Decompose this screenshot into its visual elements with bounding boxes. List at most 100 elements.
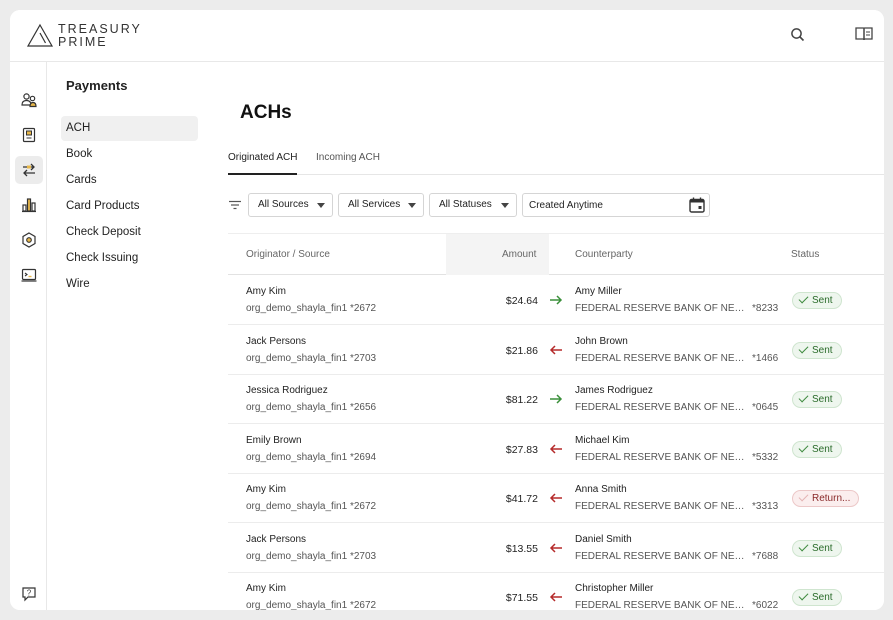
app-window: TREASURY PRIME ? Payments ACH Book Cards… <box>10 10 884 610</box>
counterparty-account: *8233 <box>752 303 779 314</box>
counterparty-name: Michael Kim <box>575 434 630 446</box>
originator-name: Amy Kim <box>246 583 286 594</box>
counterparty-name: James Rodriguez <box>575 385 653 396</box>
status-badge[interactable]: Sent <box>792 391 842 408</box>
sources-dropdown-value: All Sources <box>258 199 309 210</box>
sources-dropdown[interactable]: All Sources <box>248 193 333 217</box>
calendar-icon[interactable] <box>688 196 706 214</box>
counterparty-name: Anna Smith <box>575 484 627 495</box>
counterparty-account: *5332 <box>752 451 779 463</box>
counterparty-name: Daniel Smith <box>575 533 632 545</box>
status-label: Sent <box>812 295 833 306</box>
header-originator[interactable]: Originator / Source <box>246 249 330 260</box>
subnav-item-card-products[interactable]: Card Products <box>61 194 198 219</box>
table-row[interactable]: Amy Kim org_demo_shayla_fin1 *2672 $71.55 C… <box>228 573 884 610</box>
rail-reports-button[interactable] <box>15 191 43 219</box>
check-icon <box>798 392 809 403</box>
arrow-left-icon <box>549 443 562 454</box>
statuses-dropdown[interactable]: All Statuses <box>429 193 517 217</box>
ach-tabs: Originated ACH Incoming ACH <box>228 142 884 175</box>
bar-chart-icon <box>22 198 36 213</box>
payments-subnav: Payments ACH Book Cards Card Products Ch… <box>47 62 212 610</box>
originator-source: org_demo_shayla_fin1 *2703 <box>246 352 377 364</box>
treasury-prime-logo[interactable]: TREASURY PRIME <box>26 23 156 49</box>
check-icon <box>798 541 809 551</box>
logo-triangle-icon <box>26 23 54 47</box>
status-label: Sent <box>812 344 833 356</box>
svg-text:?: ? <box>27 589 32 598</box>
status-label: Sent <box>812 443 833 455</box>
counterparty-name: Christopher Miller <box>575 583 654 594</box>
settings-icon <box>22 232 36 248</box>
rail-transfer-button[interactable] <box>15 156 43 184</box>
filter-icon[interactable] <box>228 198 242 212</box>
status-badge[interactable]: Sent <box>792 440 842 458</box>
subnav-item-cards[interactable]: Cards <box>61 168 198 193</box>
statuses-dropdown-value: All Statuses <box>439 199 492 210</box>
services-dropdown-value: All Services <box>348 199 401 210</box>
table-row[interactable]: Amy Kim org_demo_shayla_fin1 *2672 $41.72 A… <box>228 474 884 523</box>
originator-source: org_demo_shayla_fin1 *2656 <box>246 402 377 413</box>
status-badge[interactable]: Sent <box>792 341 842 359</box>
arrow-right-icon <box>550 295 563 305</box>
terminal-icon <box>21 268 37 282</box>
check-icon <box>798 293 809 304</box>
logo-wordmark: TREASURY PRIME <box>58 23 142 49</box>
rail-help-button[interactable]: ? <box>15 580 43 608</box>
table-row[interactable]: Emily Brown org_demo_shayla_fin1 *2694 $27… <box>228 425 884 474</box>
counterparty-account: *7688 <box>752 550 779 562</box>
created-date-input[interactable] <box>522 193 710 217</box>
logo-line-2: PRIME <box>58 35 108 49</box>
arrow-left-icon <box>549 344 562 355</box>
status-badge[interactable]: Return... <box>792 490 860 507</box>
rail-ledger-button[interactable] <box>15 121 43 149</box>
chevron-down-icon <box>501 203 509 208</box>
header-amount[interactable]: Amount <box>502 249 536 260</box>
icon-rail: ? <box>10 62 47 610</box>
counterparty-bank: FEDERAL RESERVE BANK OF NEW ... <box>575 402 750 413</box>
search-icon[interactable] <box>788 25 808 45</box>
tab-incoming-ach[interactable]: Incoming ACH <box>316 152 380 175</box>
subnav-item-wire[interactable]: Wire <box>61 272 198 297</box>
main-content: ACHs Originated ACH Incoming ACH All Sou… <box>212 62 884 610</box>
counterparty-bank: FEDERAL RESERVE BANK OF NEW ... <box>575 352 750 364</box>
services-dropdown[interactable]: All Services <box>338 193 424 217</box>
status-badge[interactable]: Sent <box>792 292 842 309</box>
subnav-item-book[interactable]: Book <box>61 142 198 167</box>
table-row[interactable]: Jessica Rodriguez org_demo_shayla_fin1 *2… <box>228 375 884 424</box>
amount-value: $81.22 <box>505 394 538 406</box>
tab-originated-ach[interactable]: Originated ACH <box>228 152 298 175</box>
amount-value: $21.86 <box>505 344 538 357</box>
originator-source: org_demo_shayla_fin1 *2672 <box>246 501 377 512</box>
rail-terminal-button[interactable] <box>15 261 43 289</box>
ach-table: Originator / Source Amount Counterparty … <box>228 233 884 610</box>
rail-settings-button[interactable] <box>15 226 43 254</box>
subnav-item-check-issuing[interactable]: Check Issuing <box>61 246 198 271</box>
amount-value: $27.83 <box>505 443 538 456</box>
counterparty-account: *0645 <box>752 402 779 413</box>
status-badge[interactable]: Sent <box>792 589 842 606</box>
table-row[interactable]: Amy Kim org_demo_shayla_fin1 *2672 $24.64 A… <box>228 276 884 325</box>
rail-users-button[interactable] <box>15 86 43 114</box>
counterparty-bank: FEDERAL RESERVE BANK OF NEW ... <box>575 550 750 562</box>
page-title: ACHs <box>240 102 292 123</box>
subnav-item-check-deposit[interactable]: Check Deposit <box>61 220 198 245</box>
counterparty-account: *6022 <box>752 600 779 610</box>
status-badge[interactable]: Sent <box>792 539 842 557</box>
arrow-left-icon <box>549 592 562 602</box>
status-label: Sent <box>812 592 833 603</box>
counterparty-name: Amy Miller <box>575 286 622 297</box>
ledger-icon <box>22 127 36 143</box>
header-status[interactable]: Status <box>791 249 819 260</box>
header-counterparty[interactable]: Counterparty <box>575 249 633 260</box>
table-header: Originator / Source Amount Counterparty … <box>228 234 884 275</box>
top-bar: TREASURY PRIME <box>10 10 884 62</box>
check-icon <box>798 590 809 601</box>
counterparty-account: *3313 <box>752 501 779 512</box>
table-row[interactable]: Jack Persons org_demo_shayla_fin1 *2703 $2… <box>228 326 884 375</box>
subnav-title: Payments <box>66 78 128 93</box>
subnav-item-ach[interactable]: ACH <box>61 116 198 141</box>
amount-value: $24.64 <box>505 295 538 307</box>
table-row[interactable]: Jack Persons org_demo_shayla_fin1 *2703 $1… <box>228 524 884 573</box>
book-icon[interactable] <box>854 24 874 44</box>
